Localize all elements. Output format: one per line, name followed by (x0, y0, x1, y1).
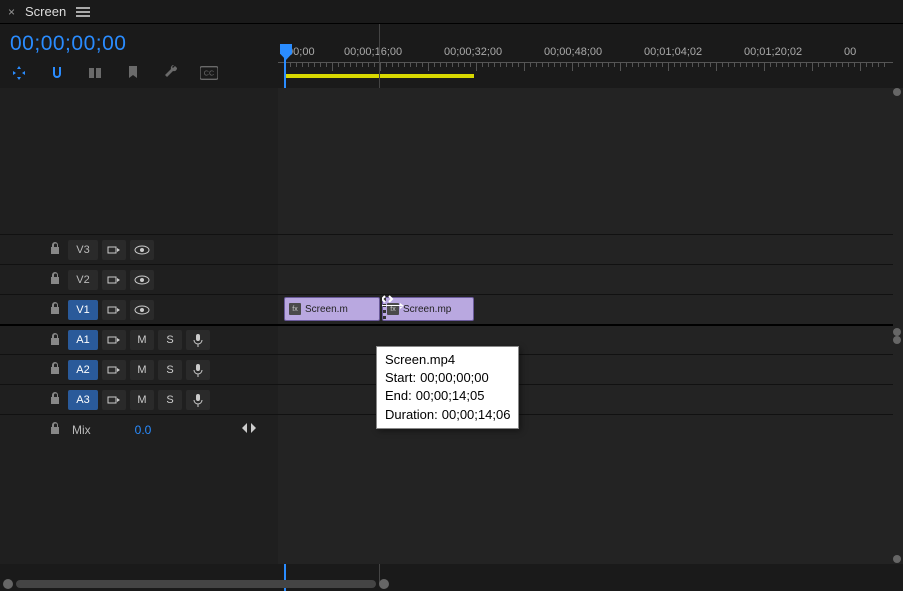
sync-lock-icon[interactable] (102, 300, 126, 320)
snap-icon[interactable] (48, 64, 66, 82)
settings-wrench-icon[interactable] (162, 64, 180, 82)
sync-lock-icon[interactable] (102, 360, 126, 380)
track-header-a1[interactable]: A1 M S (0, 324, 278, 354)
ruler-labels: ;00;00 00;00;16;00 00;00;32;00 00;00;48;00 0… (278, 46, 903, 62)
sync-lock-icon[interactable] (102, 330, 126, 350)
track-target-v3[interactable]: V3 (68, 240, 98, 260)
track-target-a3[interactable]: A3 (68, 390, 98, 410)
toggle-track-output-icon[interactable] (130, 240, 154, 260)
ruler-label: 00;00;16;00 (344, 46, 402, 58)
ruler-label: 00;00;48;00 (544, 46, 602, 58)
lock-icon[interactable] (46, 362, 64, 377)
track-header-mix[interactable]: Mix 0.0 (0, 414, 278, 444)
lock-icon[interactable] (46, 422, 64, 437)
current-timecode[interactable]: 00;00;00;00 (10, 32, 268, 56)
mix-track-label: Mix (72, 423, 91, 437)
nest-sequence-icon[interactable] (10, 64, 28, 82)
voiceover-record-icon[interactable] (186, 390, 210, 410)
track-target-v2[interactable]: V2 (68, 270, 98, 290)
track-header-a2[interactable]: A2 M S (0, 354, 278, 384)
toggle-track-output-icon[interactable] (130, 270, 154, 290)
panel-title: Screen (25, 4, 66, 19)
lock-icon[interactable] (46, 392, 64, 407)
track-header-v3[interactable]: V3 (0, 234, 278, 264)
zoom-handle-right-icon[interactable] (379, 579, 389, 589)
linked-selection-icon[interactable] (86, 64, 104, 82)
tracks-area: V3 V2 V1 A1 M S A2 M (0, 88, 903, 564)
toggle-track-output-icon[interactable] (130, 300, 154, 320)
tooltip-start-label: Start: (385, 369, 416, 387)
captions-icon[interactable]: CC (200, 64, 218, 82)
lock-icon[interactable] (46, 302, 64, 317)
mute-button[interactable]: M (130, 390, 154, 410)
ruler-label: ;00;00 (284, 46, 315, 58)
track-target-v1[interactable]: V1 (68, 300, 98, 320)
horizontal-zoom-scrollbar[interactable] (0, 577, 891, 591)
marker-icon[interactable] (124, 64, 142, 82)
lock-icon[interactable] (46, 242, 64, 257)
solo-button[interactable]: S (158, 360, 182, 380)
scroll-handle-icon[interactable] (893, 328, 901, 336)
track-lane-v3[interactable] (278, 234, 893, 264)
track-lane-v2[interactable] (278, 264, 893, 294)
sync-lock-icon[interactable] (102, 240, 126, 260)
ruler-label: 00;01;20;02 (744, 46, 802, 58)
tooltip-end-label: End: (385, 387, 412, 405)
ruler-label: 00 (844, 46, 856, 58)
track-headers: V3 V2 V1 A1 M S A2 M (0, 88, 278, 564)
stereo-out-icon[interactable] (240, 421, 258, 439)
scroll-handle-icon[interactable] (893, 88, 901, 96)
track-lane-v1[interactable] (278, 294, 893, 324)
close-panel-button[interactable]: × (8, 5, 15, 19)
lock-icon[interactable] (46, 272, 64, 287)
timecode-area: 00;00;00;00 CC (0, 24, 278, 88)
sync-lock-icon[interactable] (102, 270, 126, 290)
tooltip-start-value: 00;00;00;00 (420, 369, 489, 387)
solo-button[interactable]: S (158, 330, 182, 350)
svg-text:CC: CC (204, 69, 214, 78)
voiceover-record-icon[interactable] (186, 360, 210, 380)
track-lane-a3[interactable] (278, 384, 893, 414)
sync-lock-icon[interactable] (102, 390, 126, 410)
scroll-handle-icon[interactable] (893, 336, 901, 344)
timeline-top-section: 00;00;00;00 CC ;00;00 00;00;16;00 00;00;32… (0, 24, 903, 88)
voiceover-record-icon[interactable] (186, 330, 210, 350)
lock-icon[interactable] (46, 333, 64, 348)
tooltip-duration-label: Duration: (385, 406, 438, 424)
ruler-label: 00;01;04;02 (644, 46, 702, 58)
track-lane-mix[interactable] (278, 414, 893, 444)
ruler-label: 00;00;32;00 (444, 46, 502, 58)
track-header-v1[interactable]: V1 (0, 294, 278, 324)
track-content-area[interactable]: fxScreen.mpfxScreen.m Screen.mp4 Start:0… (278, 88, 903, 564)
track-lane-a1[interactable] (278, 324, 893, 354)
panel-menu-icon[interactable] (76, 6, 90, 18)
work-area-bar[interactable] (284, 74, 474, 78)
zoom-handle-left-icon[interactable] (3, 579, 13, 589)
tooltip-end-value: 00;00;14;05 (416, 387, 485, 405)
mix-level-value[interactable]: 0.0 (135, 423, 152, 437)
track-target-a1[interactable]: A1 (68, 330, 98, 350)
solo-button[interactable]: S (158, 390, 182, 410)
zoom-bar[interactable] (16, 580, 376, 588)
panel-header: × Screen (0, 0, 903, 24)
vertical-scrollbar[interactable] (891, 88, 903, 563)
mute-button[interactable]: M (130, 330, 154, 350)
tooltip-duration-value: 00;00;14;06 (442, 406, 511, 424)
tooltip-clip-name: Screen.mp4 (385, 351, 510, 369)
track-target-a2[interactable]: A2 (68, 360, 98, 380)
scroll-handle-icon[interactable] (893, 555, 901, 563)
time-ruler[interactable]: ;00;00 00;00;16;00 00;00;32;00 00;00;48;00 0… (278, 24, 903, 88)
timeline-toolbar: CC (10, 64, 268, 82)
track-lane-a2[interactable] (278, 354, 893, 384)
track-header-a3[interactable]: A3 M S (0, 384, 278, 414)
track-header-v2[interactable]: V2 (0, 264, 278, 294)
clip-info-tooltip: Screen.mp4 Start:00;00;00;00 End:00;00;1… (376, 346, 519, 429)
mute-button[interactable]: M (130, 360, 154, 380)
